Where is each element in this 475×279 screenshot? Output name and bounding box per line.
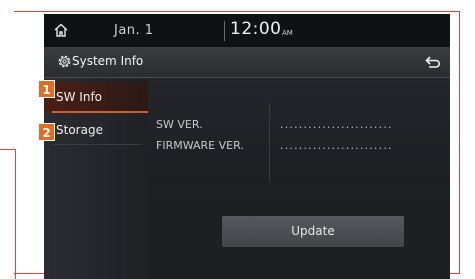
firmware-version-value: ........................ [280, 139, 393, 152]
callout-leader-line [0, 149, 16, 150]
update-button-label: Update [291, 224, 335, 238]
status-divider [224, 21, 225, 41]
sidebar-item-label: SW Info [56, 90, 103, 104]
sw-version-value: ........................ [280, 118, 393, 131]
column-divider [269, 102, 270, 182]
status-bar: Jan. 1 12:00 AM [44, 14, 450, 47]
status-time: 12:00 [230, 19, 282, 39]
head-unit-screen: Jan. 1 12:00 AM System Info SW Info Stor… [44, 14, 450, 279]
main-panel: SW VER. ........................ FIRMWAR… [148, 78, 450, 279]
callout-badge-2: 2 [38, 123, 55, 141]
update-button[interactable]: Update [222, 216, 404, 247]
version-info-panel: SW VER. ........................ FIRMWAR… [148, 78, 450, 196]
callout-leader-line-vertical [15, 149, 16, 279]
back-button[interactable] [416, 47, 450, 77]
sidebar-item-label: Storage [56, 123, 103, 137]
callout-badge-1: 1 [38, 80, 55, 98]
home-icon[interactable] [53, 22, 69, 38]
back-icon [425, 56, 440, 68]
title-bar: System Info [44, 47, 450, 78]
status-ampm: AM [282, 29, 293, 37]
gear-icon [58, 55, 71, 68]
sidebar: SW Info Storage [44, 78, 148, 279]
sidebar-item-storage[interactable]: Storage [44, 115, 148, 146]
status-date: Jan. 1 [114, 23, 154, 38]
firmware-version-label: FIRMWARE VER. [156, 139, 244, 152]
sidebar-item-sw-info[interactable]: SW Info [44, 82, 148, 113]
sw-version-label: SW VER. [156, 118, 203, 131]
page-title: System Info [72, 54, 144, 68]
